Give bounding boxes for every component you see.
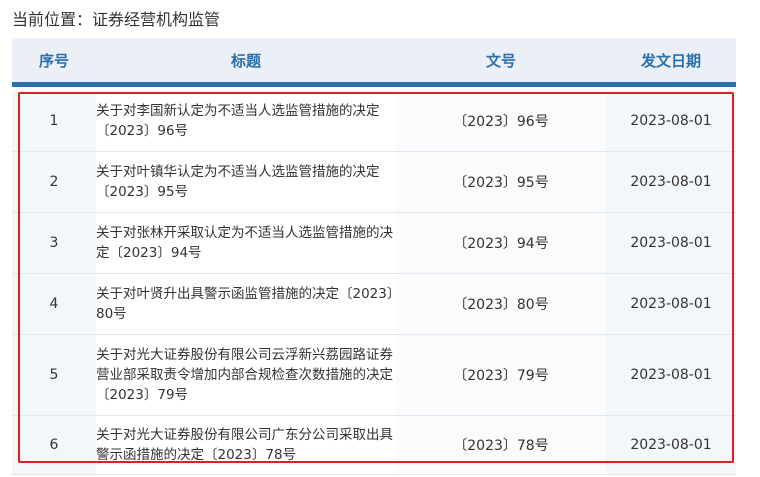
table-body: 1 关于对李国新认定为不适当人选监管措施的决定〔2023〕96号 〔2023〕9… xyxy=(12,91,736,475)
header-doc-no: 文号 xyxy=(485,51,516,70)
row-date: 2023-08-01 xyxy=(606,335,736,415)
row-date: 2023-08-01 xyxy=(606,152,736,212)
row-index: 3 xyxy=(12,213,96,273)
table-row[interactable]: 2 关于对叶镇华认定为不适当人选监管措施的决定〔2023〕95号 〔2023〕9… xyxy=(12,152,736,213)
row-index: 5 xyxy=(12,335,96,415)
header-index: 序号 xyxy=(38,51,69,70)
row-doc-no: 〔2023〕78号 xyxy=(396,416,606,474)
table-header: 序号 标题 文号 发文日期 xyxy=(12,38,736,87)
table-row[interactable]: 6 关于对光大证券股份有限公司广东分公司采取出具警示函措施的决定〔2023〕78… xyxy=(12,416,736,475)
breadcrumb: 当前位置：证券经营机构监管 xyxy=(12,10,221,29)
row-title-link[interactable]: 关于对李国新认定为不适当人选监管措施的决定〔2023〕96号 xyxy=(96,91,396,151)
header-title: 标题 xyxy=(230,51,261,70)
table-row[interactable]: 3 关于对张林开采取认定为不适当人选监管措施的决定〔2023〕94号 〔2023… xyxy=(12,213,736,274)
row-date: 2023-08-01 xyxy=(606,416,736,474)
row-index: 2 xyxy=(12,152,96,212)
row-index: 4 xyxy=(12,274,96,334)
row-index: 1 xyxy=(12,91,96,151)
table-row[interactable]: 4 关于对叶贤升出具警示函监管措施的决定〔2023〕80号 〔2023〕80号 … xyxy=(12,274,736,335)
header-date: 发文日期 xyxy=(640,51,701,70)
row-doc-no: 〔2023〕96号 xyxy=(396,91,606,151)
table-row[interactable]: 1 关于对李国新认定为不适当人选监管措施的决定〔2023〕96号 〔2023〕9… xyxy=(12,91,736,152)
row-date: 2023-08-01 xyxy=(606,274,736,334)
row-title-link[interactable]: 关于对张林开采取认定为不适当人选监管措施的决定〔2023〕94号 xyxy=(96,213,396,273)
row-doc-no: 〔2023〕79号 xyxy=(396,335,606,415)
row-doc-no: 〔2023〕95号 xyxy=(396,152,606,212)
row-date: 2023-08-01 xyxy=(606,213,736,273)
document-table: 序号 标题 文号 发文日期 1 关于对李国新认定为不适当人选监管措施的决定〔20… xyxy=(12,38,736,475)
row-title-link[interactable]: 关于对光大证券股份有限公司广东分公司采取出具警示函措施的决定〔2023〕78号 xyxy=(96,416,396,474)
table-row[interactable]: 5 关于对光大证券股份有限公司云浮新兴荔园路证券营业部采取责令增加内部合规检查次… xyxy=(12,335,736,416)
row-doc-no: 〔2023〕94号 xyxy=(396,213,606,273)
row-title-link[interactable]: 关于对叶镇华认定为不适当人选监管措施的决定〔2023〕95号 xyxy=(96,152,396,212)
row-date: 2023-08-01 xyxy=(606,91,736,151)
row-doc-no: 〔2023〕80号 xyxy=(396,274,606,334)
row-title-link[interactable]: 关于对光大证券股份有限公司云浮新兴荔园路证券营业部采取责令增加内部合规检查次数措… xyxy=(96,335,396,415)
row-index: 6 xyxy=(12,416,96,474)
row-title-link[interactable]: 关于对叶贤升出具警示函监管措施的决定〔2023〕80号 xyxy=(96,274,396,334)
